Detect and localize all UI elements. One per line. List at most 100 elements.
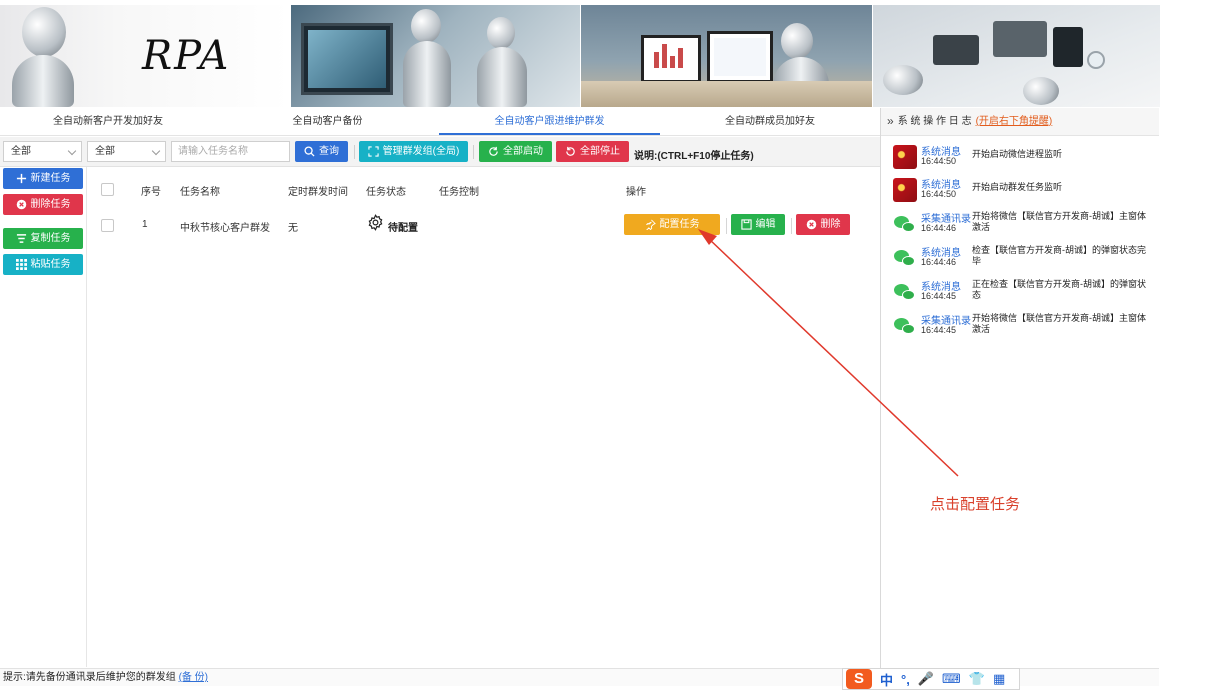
delete-task-button[interactable]: 删除任务 (3, 194, 83, 215)
table-header: 序号 任务名称 定时群发时间 任务状态 任务控制 操作 (88, 177, 880, 201)
log-time: 16:44:50 (921, 189, 957, 199)
query-button-label: 查询 (319, 146, 339, 157)
manage-group-button[interactable]: 管理群发组(全局) (359, 141, 468, 162)
header-index: 序号 (141, 187, 161, 198)
header-task-name: 任务名称 (180, 187, 220, 198)
copy-task-button[interactable]: 复制任务 (3, 228, 83, 249)
microphone-icon[interactable]: 🎤 (918, 671, 934, 687)
task-name-search-input[interactable] (171, 141, 290, 162)
banner-image-robots-monitor (290, 5, 580, 107)
log-item: 系统消息 16:44:50 开始启动群发任务监听 (893, 176, 1155, 208)
header-task-control: 任务控制 (439, 187, 479, 198)
gear-icon (368, 214, 383, 231)
header-task-status: 任务状态 (366, 187, 406, 198)
search-icon (304, 146, 315, 157)
system-log-panel: » 系 统 操 作 日 志 (开启右下角提醒) 系统消息 16:44:50 开始… (880, 108, 1159, 668)
log-time: 16:44:46 (921, 223, 957, 233)
toolbox-icon[interactable]: ▦ (993, 671, 1005, 687)
filter-select-2[interactable]: 全部 (87, 141, 166, 162)
wechat-icon (893, 314, 917, 338)
wechat-icon (893, 280, 917, 304)
select-all-checkbox[interactable] (101, 183, 114, 196)
row-schedule-time: 无 (288, 223, 298, 234)
stop-all-button-label: 全部停止 (580, 146, 620, 157)
banner-image-robot-hands-desk (872, 5, 1160, 107)
paste-task-button-label: 粘贴任务 (30, 259, 71, 270)
banner-image-rpa-robot: RPA (0, 5, 290, 107)
new-task-button[interactable]: 新建任务 (3, 168, 83, 189)
banner-logo-text: RPA (142, 33, 231, 79)
filter-select-1-value: 全部 (11, 146, 31, 157)
log-message: 正在检查【联信官方开发商-胡诚】的弹窗状态 (972, 279, 1146, 300)
query-button[interactable]: 查询 (295, 141, 348, 162)
configure-task-button[interactable]: 配置任务 (624, 214, 720, 235)
double-chevron-right-icon[interactable]: » (887, 108, 894, 135)
chevron-down-icon (151, 146, 161, 156)
filter-select-2-value: 全部 (95, 146, 115, 157)
flag-avatar (893, 145, 917, 169)
log-panel-header: » 系 统 操 作 日 志 (开启右下角提醒) (881, 108, 1159, 136)
banner: RPA (0, 5, 1160, 107)
start-all-button[interactable]: 全部启动 (479, 141, 552, 162)
edit-task-button[interactable]: 编辑 (731, 214, 785, 235)
tab-new-customer-add-friends[interactable]: 全自动新客户开发加好友 (0, 108, 216, 135)
tab-bar: 全自动新客户开发加好友 全自动客户备份 全自动客户跟进维护群发 全自动群成员加好… (0, 108, 880, 136)
task-table: 序号 任务名称 定时群发时间 任务状态 任务控制 操作 1 中秋节核心客户群发 … (88, 167, 880, 667)
refresh-icon (489, 146, 498, 156)
table-row: 1 中秋节核心客户群发 无 待配置 配置任务 编辑 删除 (88, 211, 880, 239)
edit-task-button-label: 编辑 (755, 219, 776, 230)
plus-icon (16, 173, 26, 184)
grid-dots-icon (15, 259, 27, 270)
paste-task-button[interactable]: 粘贴任务 (3, 254, 83, 275)
log-item: 系统消息 16:44:50 开始启动微信进程监听 (893, 143, 1155, 175)
delete-row-button[interactable]: 删除 (796, 214, 850, 235)
tab-group-member-add-friends[interactable]: 全自动群成员加好友 (660, 108, 880, 135)
log-item: 采集通讯录 16:44:45 开始将微信【联信官方开发商-胡诚】主窗体激活 (893, 312, 1155, 344)
close-circle-icon (806, 219, 816, 230)
close-circle-icon (16, 199, 26, 210)
wechat-icon (893, 212, 917, 236)
tab-customer-backup[interactable]: 全自动客户备份 (216, 108, 439, 135)
undo-icon (566, 146, 575, 156)
punctuation-toggle[interactable]: °, (901, 672, 910, 687)
tab-customer-follow-up-broadcast[interactable]: 全自动客户跟进维护群发 (439, 108, 660, 135)
toolbar: 全部 全部 查询 管理群发组(全局) 全部启动 全部停止 说明:(CTRL+F1… (0, 137, 880, 167)
row-task-name: 中秋节核心客户群发 (180, 223, 270, 234)
status-bar-text: 提示:请先备份通讯录后维护您的群发组 (3, 672, 176, 683)
enable-notification-link[interactable]: (开启右下角提醒) (976, 108, 1053, 135)
wechat-icon (893, 246, 917, 270)
log-message: 开始将微信【联信官方开发商-胡诚】主窗体激活 (972, 313, 1146, 334)
log-time: 16:44:46 (921, 257, 957, 267)
log-message: 开始启动微信进程监听 (972, 149, 1063, 159)
backup-link[interactable]: (备 份) (179, 672, 208, 683)
log-time: 16:44:45 (921, 291, 957, 301)
sogou-logo-icon[interactable]: S (846, 669, 872, 689)
log-time: 16:44:45 (921, 325, 957, 335)
header-schedule-time: 定时群发时间 (288, 187, 348, 198)
stop-all-button[interactable]: 全部停止 (556, 141, 629, 162)
row-checkbox[interactable] (101, 219, 114, 232)
log-item: 采集通讯录 16:44:46 开始将微信【联信官方开发商-胡诚】主窗体激活 (893, 210, 1155, 242)
keyboard-icon[interactable]: ⌨ (942, 671, 961, 687)
chinese-mode-toggle[interactable]: 中 (880, 670, 893, 689)
skin-icon[interactable]: 👕 (969, 671, 985, 687)
expand-icon (368, 146, 379, 157)
filter-icon (16, 234, 26, 243)
manage-group-button-label: 管理群发组(全局) (382, 146, 460, 157)
flag-avatar (893, 178, 917, 202)
annotation-text: 点击配置任务 (930, 495, 1021, 513)
header-operation: 操作 (626, 187, 646, 198)
log-message: 检查【联信官方开发商-胡诚】的弹窗状态完毕 (972, 245, 1146, 266)
ime-toolbar: S 中 °, 🎤 ⌨ 👕 ▦ (842, 668, 1020, 690)
pin-icon (645, 219, 656, 230)
log-time: 16:44:50 (921, 156, 957, 166)
start-all-button-label: 全部启动 (503, 146, 543, 157)
chevron-down-icon (67, 146, 77, 156)
shortcut-hint: 说明:(CTRL+F10停止任务) (634, 151, 754, 162)
log-message: 开始将微信【联信官方开发商-胡诚】主窗体激活 (972, 211, 1146, 232)
new-task-button-label: 新建任务 (30, 173, 71, 184)
save-icon (740, 219, 752, 230)
filter-select-1[interactable]: 全部 (3, 141, 82, 162)
status-bar: 提示:请先备份通讯录后维护您的群发组 (备 份) (0, 668, 880, 686)
log-message: 开始启动群发任务监听 (972, 182, 1063, 192)
